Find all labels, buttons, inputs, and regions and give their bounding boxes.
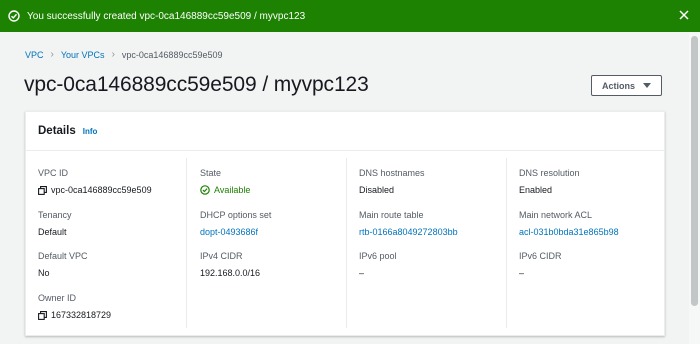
- success-check-icon: [8, 10, 20, 22]
- copy-icon[interactable]: [38, 310, 47, 320]
- dns-hostnames-value: Disabled: [359, 185, 395, 195]
- close-icon[interactable]: [678, 9, 690, 21]
- field-ipv6-pool: IPv6 pool –: [359, 251, 397, 278]
- field-dns-resolution: DNS resolution Enabled: [519, 168, 580, 195]
- field-ipv4-cidr: IPv4 CIDR 192.168.0.0/16: [200, 251, 260, 278]
- dhcp-options-link[interactable]: dopt-0493686f: [200, 227, 271, 237]
- tenancy-value: Default: [38, 227, 67, 237]
- ipv4-cidr-value: 192.168.0.0/16: [200, 268, 261, 278]
- breadcrumb: VPC › Your VPCs › vpc-0ca146889cc59e509: [25, 49, 222, 60]
- ipv6-cidr-value: –: [519, 268, 525, 278]
- state-value: Available: [214, 185, 251, 195]
- field-label: IPv6 CIDR: [519, 251, 562, 261]
- main-network-acl-link[interactable]: acl-031b0bda31e865b98: [519, 227, 619, 237]
- default-vpc-value: No: [38, 268, 50, 278]
- field-label: Main network ACL: [519, 210, 593, 220]
- actions-label: Actions: [601, 80, 635, 91]
- field-label: Owner ID: [38, 293, 77, 303]
- details-column-2: State Available DHCP options set dopt-04…: [186, 158, 334, 328]
- field-label: State: [200, 168, 222, 178]
- details-column-3: DNS hostnames Disabled Main route table …: [346, 158, 494, 328]
- field-ipv6-cidr: IPv6 CIDR –: [519, 251, 562, 278]
- field-dhcp-options: DHCP options set dopt-0493686f: [200, 210, 271, 237]
- dns-resolution-value: Enabled: [519, 185, 553, 195]
- page-title: vpc-0ca146889cc59e509 / myvpc123: [24, 73, 369, 96]
- field-label: DHCP options set: [200, 210, 272, 220]
- field-label: Tenancy: [38, 210, 72, 220]
- field-tenancy: Tenancy Default: [38, 210, 72, 237]
- field-value: 167332818729: [38, 310, 111, 320]
- chevron-right-icon: ›: [111, 49, 115, 60]
- caret-down-icon: [643, 81, 651, 91]
- field-value: Available: [200, 185, 250, 195]
- success-flash-banner: You successfully created vpc-0ca146889cc…: [0, 0, 700, 32]
- field-default-vpc: Default VPC No: [38, 251, 88, 278]
- field-state: State Available: [200, 168, 250, 195]
- field-label: Default VPC: [38, 251, 88, 261]
- details-header: Details Info: [26, 112, 664, 151]
- chevron-right-icon: ›: [50, 49, 54, 60]
- field-owner-id: Owner ID 167332818729: [38, 293, 111, 320]
- details-heading: Details: [38, 125, 76, 137]
- field-label: Main route table: [359, 210, 424, 220]
- field-main-route-table: Main route table rtb-0166a8049272803bb: [359, 210, 458, 237]
- status-available-icon: [200, 185, 210, 195]
- field-vpc-id: VPC ID vpc-0ca146889cc59e509: [38, 168, 152, 195]
- field-label: VPC ID: [38, 168, 69, 178]
- field-value: vpc-0ca146889cc59e509: [38, 185, 152, 195]
- field-label: IPv4 CIDR: [200, 251, 243, 261]
- flash-message: You successfully created vpc-0ca146889cc…: [27, 10, 306, 22]
- details-column-4: DNS resolution Enabled Main network ACL …: [506, 158, 654, 328]
- field-main-network-acl: Main network ACL acl-031b0bda31e865b98: [519, 210, 619, 237]
- copy-icon[interactable]: [38, 185, 47, 195]
- field-dns-hostnames: DNS hostnames Disabled: [359, 168, 425, 195]
- actions-button[interactable]: Actions: [591, 75, 662, 96]
- details-panel: Details Info VPC ID vpc-0ca146889cc59e50…: [25, 111, 665, 336]
- field-label: DNS hostnames: [359, 168, 425, 178]
- scrollbar-thumb[interactable]: [691, 36, 698, 306]
- details-column-1: VPC ID vpc-0ca146889cc59e509 Tenancy Def…: [38, 158, 186, 328]
- breadcrumb-vpc[interactable]: VPC: [25, 50, 44, 60]
- vpc-id-value: vpc-0ca146889cc59e509: [51, 185, 152, 195]
- info-link[interactable]: Info: [83, 127, 98, 136]
- ipv6-pool-value: –: [359, 268, 365, 278]
- owner-id-value: 167332818729: [51, 310, 112, 320]
- field-label: IPv6 pool: [359, 251, 397, 261]
- breadcrumb-current: vpc-0ca146889cc59e509: [121, 49, 223, 60]
- main-route-table-link[interactable]: rtb-0166a8049272803bb: [359, 227, 458, 237]
- field-label: DNS resolution: [519, 168, 580, 178]
- breadcrumb-your-vpcs[interactable]: Your VPCs: [61, 50, 105, 60]
